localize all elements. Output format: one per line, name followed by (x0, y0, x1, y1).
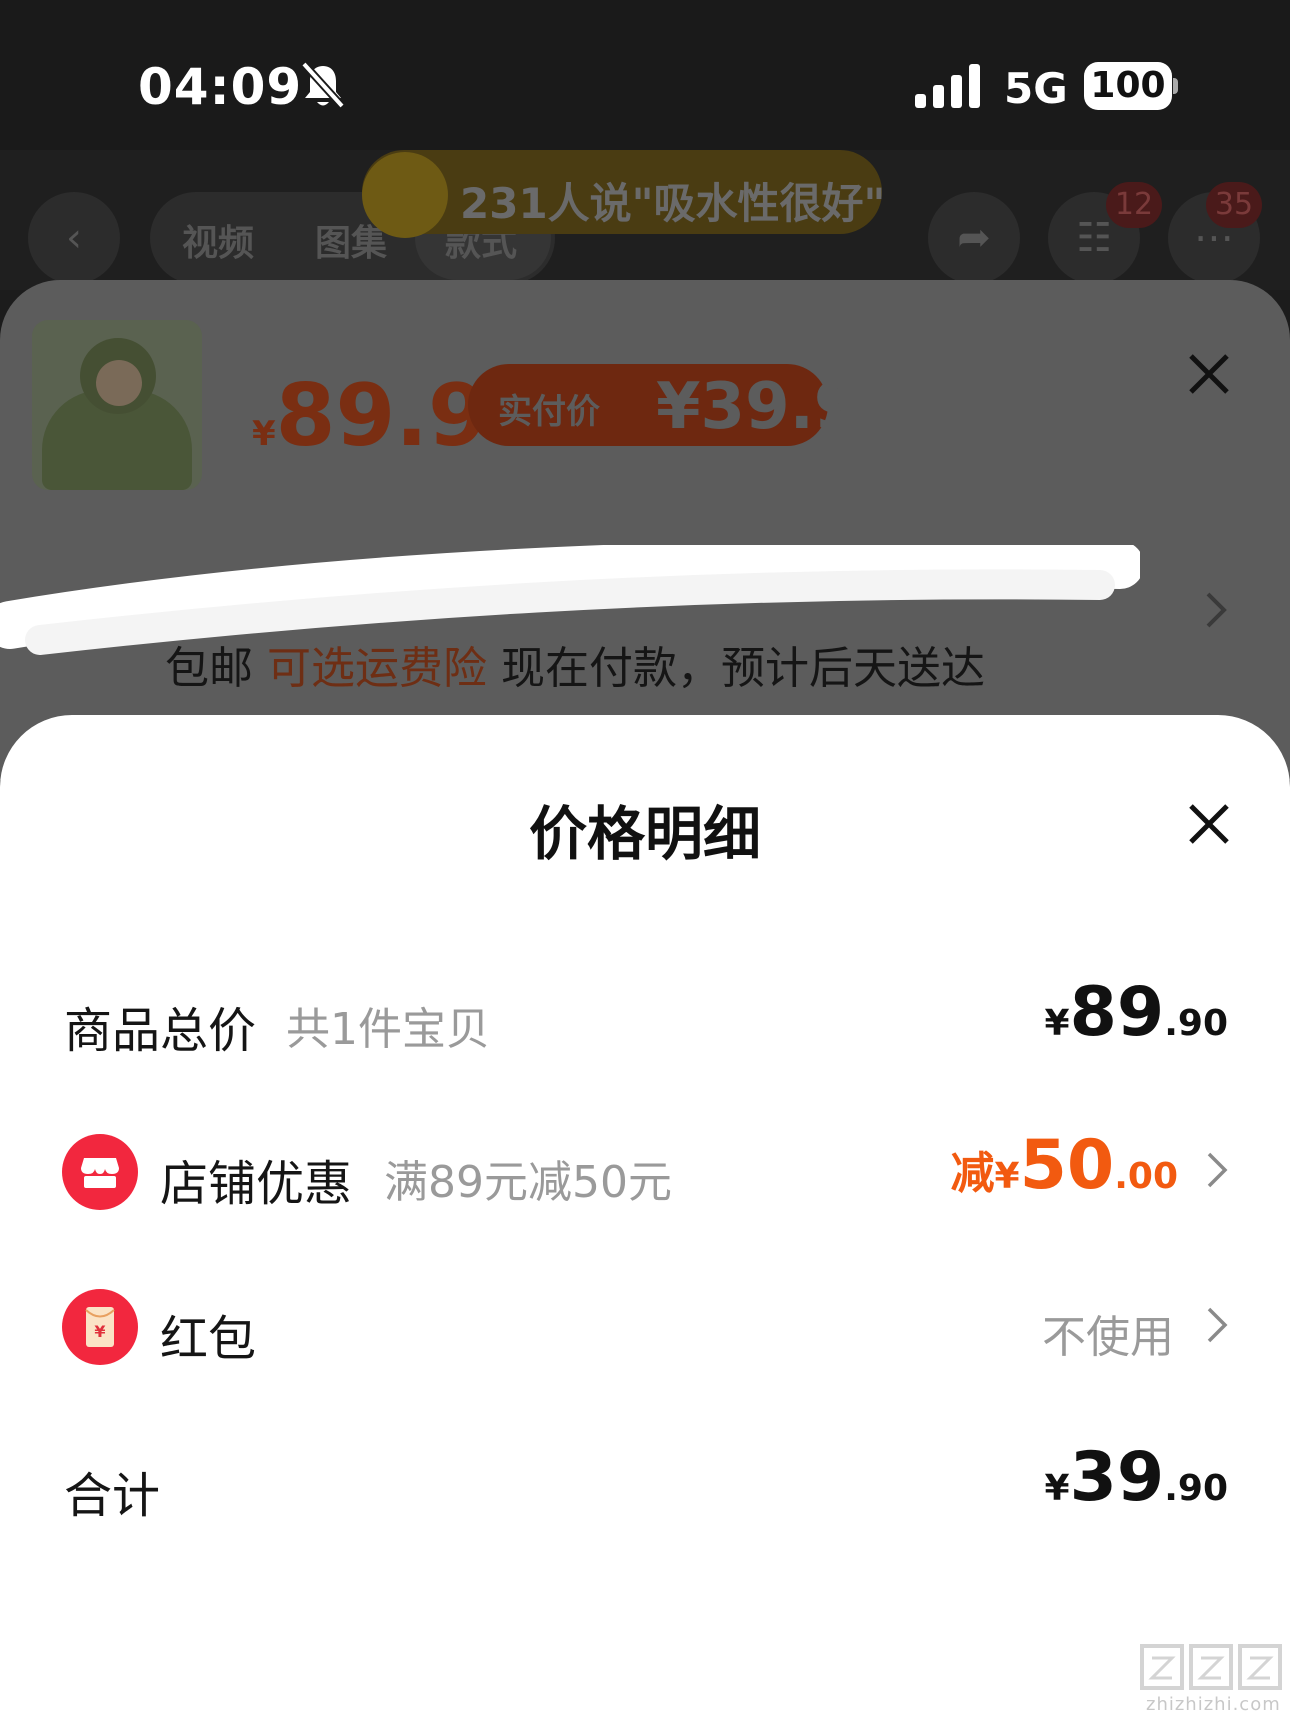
subtotal-amount: ¥89.90 (1045, 973, 1228, 1052)
item-count: 共1件宝贝 (286, 1004, 490, 1055)
product-sheet: ¥89.9 实付价 ¥39.9 包邮 可选运费险 现在付款，预计后天送达 (0, 280, 1290, 780)
back-button[interactable]: ‹ (28, 192, 120, 284)
envelope-glyph: ¥ (85, 1307, 115, 1347)
red-packet-status: 不使用 (1042, 1312, 1174, 1363)
currency-symbol: ¥ (994, 1156, 1020, 1197)
original-price-value: 89.9 (275, 366, 488, 466)
currency-symbol: ¥ (1044, 1003, 1070, 1044)
total-label: 合计 (64, 1468, 161, 1524)
paid-price-pill: 实付价 ¥39.9 (468, 364, 858, 446)
modal-title: 价格明细 (528, 800, 761, 868)
amount-decimal: .90 (1164, 1003, 1228, 1044)
subtotal-row: 商品总价 共1件宝贝 ¥89.90 (0, 967, 1290, 1067)
share-button[interactable]: ➦ (928, 192, 1020, 284)
battery-indicator: 100 (1084, 62, 1172, 110)
currency-symbol: ¥ (1044, 1468, 1070, 1509)
discount-prefix: 减 (950, 1148, 995, 1199)
chevron-right-icon (1207, 1152, 1228, 1188)
redaction-scribble (0, 545, 1140, 655)
more-badge: 35 (1206, 182, 1262, 228)
shop-discount-rule: 满89元减50元 (384, 1157, 672, 1208)
paid-price-label: 实付价 (498, 392, 600, 432)
amount-decimal: .90 (1164, 1468, 1228, 1509)
thumb-face (96, 360, 142, 406)
red-packet-icon: ¥ (62, 1289, 138, 1365)
lock-icon (362, 152, 448, 238)
status-bar: 04:09 5G 100 (0, 0, 1290, 150)
price-detail-modal: 价格明细 商品总价 共1件宝贝 ¥89.90 店铺优惠 满89元减50元 减¥5… (0, 715, 1290, 1723)
close-icon[interactable] (1185, 800, 1233, 848)
amount-integer: 89 (1069, 973, 1165, 1052)
bell-muted-icon (301, 61, 345, 109)
watermark: zhizhizhi.com (1138, 1640, 1284, 1718)
tab-video[interactable]: 视频 (182, 214, 254, 266)
currency-symbol: ¥ (252, 414, 276, 454)
chevron-right-icon (1207, 1307, 1228, 1343)
status-time: 04:09 (138, 58, 303, 116)
red-packet-label: 红包 (160, 1311, 257, 1367)
store-glyph (81, 1158, 119, 1188)
total-row: 合计 ¥39.90 (0, 1432, 1290, 1532)
shop-discount-row[interactable]: 店铺优惠 满89元减50元 减¥50.00 (0, 1120, 1290, 1220)
battery-tip (1173, 78, 1178, 94)
promo-text: 231人说"吸水性很好" (460, 179, 886, 228)
product-thumbnail (32, 320, 202, 490)
shop-discount-amount: 减¥50.00 (951, 1126, 1178, 1205)
signal-icon (915, 64, 980, 108)
total-amount: ¥39.90 (1045, 1438, 1228, 1517)
paid-price-value: ¥39.9 (656, 370, 859, 444)
watermark-text: zhizhizhi.com (1146, 1694, 1281, 1715)
shop-icon (62, 1134, 138, 1210)
close-icon[interactable] (1185, 350, 1233, 398)
original-price: ¥89.9 (252, 366, 488, 466)
amount-integer: 50 (1019, 1126, 1115, 1205)
red-packet-row[interactable]: ¥ 红包 不使用 (0, 1275, 1290, 1375)
watermark-logo (1140, 1644, 1282, 1690)
svg-text:¥: ¥ (94, 1322, 105, 1341)
subtotal-label: 商品总价 (64, 1003, 257, 1059)
amount-integer: 39 (1069, 1438, 1165, 1517)
chevron-right-icon[interactable] (1204, 590, 1228, 630)
cart-badge: 12 (1106, 182, 1162, 228)
shop-discount-label: 店铺优惠 (160, 1156, 353, 1212)
network-label: 5G (1004, 64, 1068, 113)
amount-decimal: .00 (1114, 1156, 1178, 1197)
